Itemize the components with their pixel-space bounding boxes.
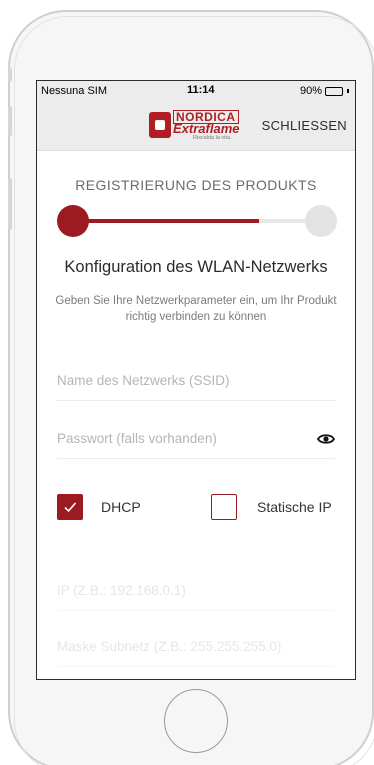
battery-indicator: 90% — [300, 85, 349, 97]
ip-field — [57, 571, 335, 611]
ssid-field — [57, 361, 335, 401]
app-screen: Nessuna SIM 11:14 90% NORDICA Extraflame… — [36, 80, 356, 680]
eye-icon[interactable] — [316, 431, 336, 447]
ssid-input[interactable] — [57, 361, 335, 400]
battery-icon — [325, 86, 343, 96]
ip-input[interactable] — [57, 571, 335, 610]
ip-mode-selector: DHCP Statische IP — [57, 494, 335, 524]
subnet-mask-input[interactable] — [57, 627, 335, 666]
checkmark-icon — [64, 502, 77, 513]
static-ip-label[interactable]: Statische IP — [257, 499, 332, 515]
clock: 11:14 — [187, 84, 215, 96]
progress-track — [73, 219, 321, 223]
volume-up-button — [8, 106, 12, 136]
page-description: Geben Sie Ihre Netzwerkparameter ein, um… — [55, 295, 337, 323]
nordica-extraflame-logo: NORDICA Extraflame Riscalda la vita. — [149, 108, 245, 144]
subnet-mask-field — [57, 627, 335, 667]
page-heading: Konfiguration des WLAN-Netzwerks — [64, 258, 328, 276]
mute-switch — [8, 68, 12, 82]
progress-track-fill — [73, 219, 259, 223]
close-button[interactable]: SCHLIESSEN — [262, 118, 347, 133]
progress-step-start — [57, 205, 89, 237]
battery-percent: 90% — [299, 85, 322, 97]
logo-brand-main: Extraflame — [173, 121, 240, 136]
carrier-label: Nessuna SIM — [41, 85, 108, 97]
volume-down-button — [8, 178, 12, 230]
status-bar: Nessuna SIM 11:14 90% — [37, 81, 355, 101]
password-input[interactable] — [57, 419, 335, 458]
password-field — [57, 419, 336, 459]
home-button[interactable] — [164, 689, 228, 753]
step-title: REGISTRIERUNG DES PRODUKTS — [75, 177, 317, 193]
wizard-progress — [57, 205, 337, 237]
progress-step-end — [305, 205, 337, 237]
dhcp-checkbox[interactable] — [57, 494, 83, 520]
navigation-bar: NORDICA Extraflame Riscalda la vita. SCH… — [37, 101, 355, 151]
logo-tagline: Riscalda la vita. — [193, 135, 232, 141]
logo-mark — [149, 112, 171, 138]
static-ip-checkbox[interactable] — [211, 494, 237, 520]
dhcp-label[interactable]: DHCP — [101, 499, 141, 515]
